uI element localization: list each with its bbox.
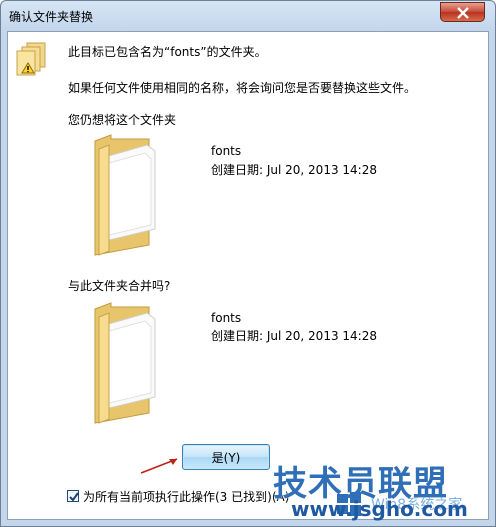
merge-question: 与此文件夹合并吗? xyxy=(68,279,171,293)
source-folder-created: 创建日期: Jul 20, 2013 14:28 xyxy=(211,329,377,343)
checkmark-icon xyxy=(69,492,79,502)
close-icon xyxy=(457,7,469,19)
title-bar[interactable]: 确认文件夹替换 xyxy=(1,1,495,31)
confirm-folder-replace-dialog: 确认文件夹替换 此目标已包含名为“fonts”的文件夹。 如果任何文件使用相同的… xyxy=(0,0,496,527)
close-button[interactable] xyxy=(440,2,485,22)
source-folder-icon xyxy=(94,302,156,424)
target-folder-name: fonts xyxy=(211,144,242,158)
annotation-arrow-icon xyxy=(140,458,178,474)
target-folder-created: 创建日期: Jul 20, 2013 14:28 xyxy=(211,163,377,177)
folder-stack-icon xyxy=(16,42,46,76)
message-line-1: 此目标已包含名为“fonts”的文件夹。 xyxy=(68,45,267,59)
message-line-3: 您仍想将这个文件夹 xyxy=(68,113,177,127)
window-title: 确认文件夹替换 xyxy=(9,10,94,24)
message-line-2: 如果任何文件使用相同的名称，将会询问您是否要替换这些文件。 xyxy=(68,81,417,95)
watermark-url: www.jsgho.com xyxy=(291,497,468,521)
target-folder-icon xyxy=(94,134,156,256)
apply-all-checkbox[interactable] xyxy=(67,490,79,502)
source-folder-name: fonts xyxy=(211,311,242,325)
apply-all-label[interactable]: 为所有当前项执行此操作(3 已找到)(A) xyxy=(83,488,289,505)
yes-button[interactable]: 是(Y) xyxy=(182,444,270,470)
